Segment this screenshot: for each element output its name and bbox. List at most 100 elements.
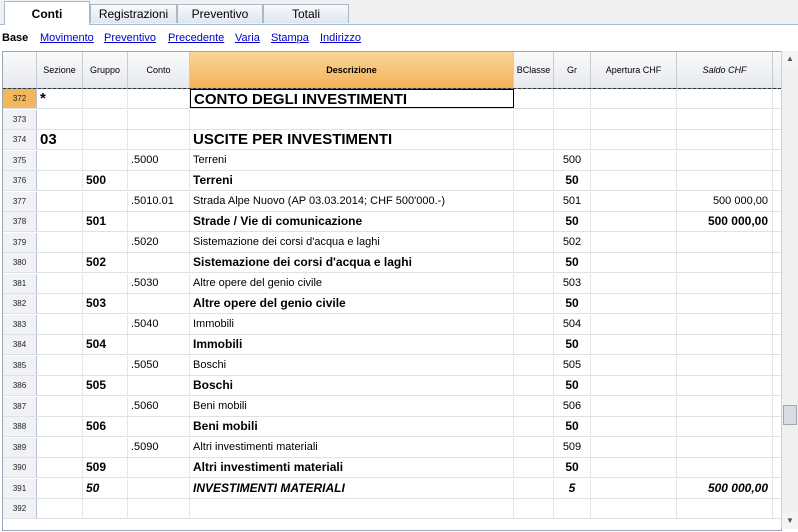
- cell-conto[interactable]: .5060: [128, 396, 190, 416]
- cell-conto[interactable]: .5020: [128, 232, 190, 252]
- row-number[interactable]: 374: [3, 130, 37, 149]
- cell-descrizione[interactable]: Beni mobili: [190, 396, 514, 416]
- cell-saldo[interactable]: [677, 130, 773, 149]
- cell-conto[interactable]: [128, 109, 190, 129]
- row-number[interactable]: 386: [3, 376, 37, 395]
- cell-bclasse[interactable]: [514, 396, 554, 416]
- table-row[interactable]: 380 502 Sistemazione dei corsi d'acqua e l…: [3, 253, 781, 273]
- view-base[interactable]: Base: [2, 26, 28, 50]
- cell-saldo[interactable]: [677, 109, 773, 129]
- cell-conto[interactable]: [128, 335, 190, 354]
- cell-conto[interactable]: [128, 130, 190, 149]
- row-number[interactable]: 377: [3, 191, 37, 211]
- table-row[interactable]: 374 03 USCITE PER INVESTIMENTI: [3, 130, 781, 150]
- cell-gr[interactable]: 50: [554, 335, 591, 354]
- cell-saldo[interactable]: [677, 499, 773, 518]
- cell-apertura[interactable]: [591, 335, 677, 354]
- cell-bclasse[interactable]: [514, 212, 554, 231]
- cell-conto[interactable]: .5000: [128, 150, 190, 170]
- cell-saldo[interactable]: [677, 171, 773, 190]
- table-row[interactable]: 389 .5090 Altri investimenti materiali 509: [3, 437, 781, 458]
- row-number[interactable]: 391: [3, 478, 37, 498]
- row-number[interactable]: 383: [3, 314, 37, 334]
- row-number[interactable]: 387: [3, 396, 37, 416]
- cell-descrizione[interactable]: Boschi: [190, 376, 514, 395]
- cell-sezione[interactable]: [37, 109, 83, 129]
- cell-descrizione[interactable]: Terreni: [190, 171, 514, 190]
- row-number[interactable]: 384: [3, 335, 37, 354]
- row-number[interactable]: 392: [3, 499, 37, 518]
- cell-sezione[interactable]: [37, 478, 83, 498]
- cell-gr[interactable]: [554, 499, 591, 518]
- row-number[interactable]: 388: [3, 417, 37, 436]
- cell-gruppo[interactable]: [83, 499, 128, 518]
- cell-saldo[interactable]: [677, 294, 773, 313]
- cell-sezione[interactable]: [37, 232, 83, 252]
- cell-saldo[interactable]: [677, 273, 773, 293]
- cell-descrizione[interactable]: USCITE PER INVESTIMENTI: [190, 130, 514, 149]
- cell-descrizione[interactable]: INVESTIMENTI MATERIALI: [190, 478, 514, 498]
- table-row[interactable]: 388 506 Beni mobili 50: [3, 417, 781, 437]
- cell-gr[interactable]: [554, 89, 591, 108]
- header-gr[interactable]: Gr: [554, 52, 591, 88]
- cell-saldo[interactable]: 500 000,00: [677, 212, 773, 231]
- cell-sezione[interactable]: [37, 171, 83, 190]
- cell-sezione[interactable]: [37, 355, 83, 375]
- cell-sezione[interactable]: [37, 437, 83, 457]
- table-row[interactable]: 377 .5010.01 Strada Alpe Nuovo (AP 03.03.2…: [3, 191, 781, 212]
- cell-descrizione[interactable]: Altri investimenti materiali: [190, 437, 514, 457]
- cell-saldo[interactable]: [677, 335, 773, 354]
- cell-gr[interactable]: 50: [554, 253, 591, 272]
- tab-preventivo[interactable]: Preventivo: [177, 4, 263, 23]
- cell-apertura[interactable]: [591, 273, 677, 293]
- cell-apertura[interactable]: [591, 109, 677, 129]
- row-number[interactable]: 376: [3, 171, 37, 190]
- cell-descrizione[interactable]: Boschi: [190, 355, 514, 375]
- cell-apertura[interactable]: [591, 314, 677, 334]
- cell-gr[interactable]: 505: [554, 355, 591, 375]
- cell-gr[interactable]: 5: [554, 478, 591, 498]
- table-row[interactable]: 383 .5040 Immobili 504: [3, 314, 781, 335]
- cell-descrizione[interactable]: [190, 499, 514, 518]
- cell-saldo[interactable]: [677, 458, 773, 477]
- table-row[interactable]: 387 .5060 Beni mobili 506: [3, 396, 781, 417]
- header-conto[interactable]: Conto: [128, 52, 190, 88]
- cell-gruppo[interactable]: [83, 273, 128, 293]
- cell-gr[interactable]: 50: [554, 376, 591, 395]
- cell-conto[interactable]: [128, 294, 190, 313]
- cell-gruppo[interactable]: 506: [83, 417, 128, 436]
- cell-gruppo[interactable]: 509: [83, 458, 128, 477]
- cell-bclasse[interactable]: [514, 314, 554, 334]
- cell-gr[interactable]: 504: [554, 314, 591, 334]
- cell-descrizione[interactable]: Immobili: [190, 335, 514, 354]
- header-bclasse[interactable]: BClasse: [514, 52, 554, 88]
- cell-bclasse[interactable]: [514, 355, 554, 375]
- cell-gr[interactable]: 503: [554, 273, 591, 293]
- cell-sezione[interactable]: [37, 335, 83, 354]
- tab-totali[interactable]: Totali: [263, 4, 349, 23]
- cell-gruppo[interactable]: 501: [83, 212, 128, 231]
- cell-gruppo[interactable]: [83, 130, 128, 149]
- cell-saldo[interactable]: [677, 89, 773, 108]
- table-row[interactable]: 384 504 Immobili 50: [3, 335, 781, 355]
- cell-apertura[interactable]: [591, 355, 677, 375]
- row-number[interactable]: 382: [3, 294, 37, 313]
- view-precedente-link[interactable]: Precedente: [168, 26, 224, 50]
- cell-saldo[interactable]: [677, 417, 773, 436]
- cell-gr[interactable]: 509: [554, 437, 591, 457]
- cell-conto[interactable]: [128, 458, 190, 477]
- cell-bclasse[interactable]: [514, 499, 554, 518]
- cell-descrizione[interactable]: Strada Alpe Nuovo (AP 03.03.2014; CHF 50…: [190, 191, 514, 211]
- cell-sezione[interactable]: [37, 212, 83, 231]
- table-row[interactable]: 382 503 Altre opere del genio civile 50: [3, 294, 781, 314]
- cell-gruppo[interactable]: 500: [83, 171, 128, 190]
- view-stampa-link[interactable]: Stampa: [271, 26, 309, 50]
- vertical-scrollbar[interactable]: ▲ ▼: [781, 51, 798, 529]
- cell-bclasse[interactable]: [514, 232, 554, 252]
- cell-sezione[interactable]: [37, 376, 83, 395]
- cell-gruppo[interactable]: [83, 232, 128, 252]
- view-varia-link[interactable]: Varia: [235, 26, 260, 50]
- row-number[interactable]: 380: [3, 253, 37, 272]
- view-preventivo-link[interactable]: Preventivo: [104, 26, 156, 50]
- row-number[interactable]: 372: [3, 89, 37, 108]
